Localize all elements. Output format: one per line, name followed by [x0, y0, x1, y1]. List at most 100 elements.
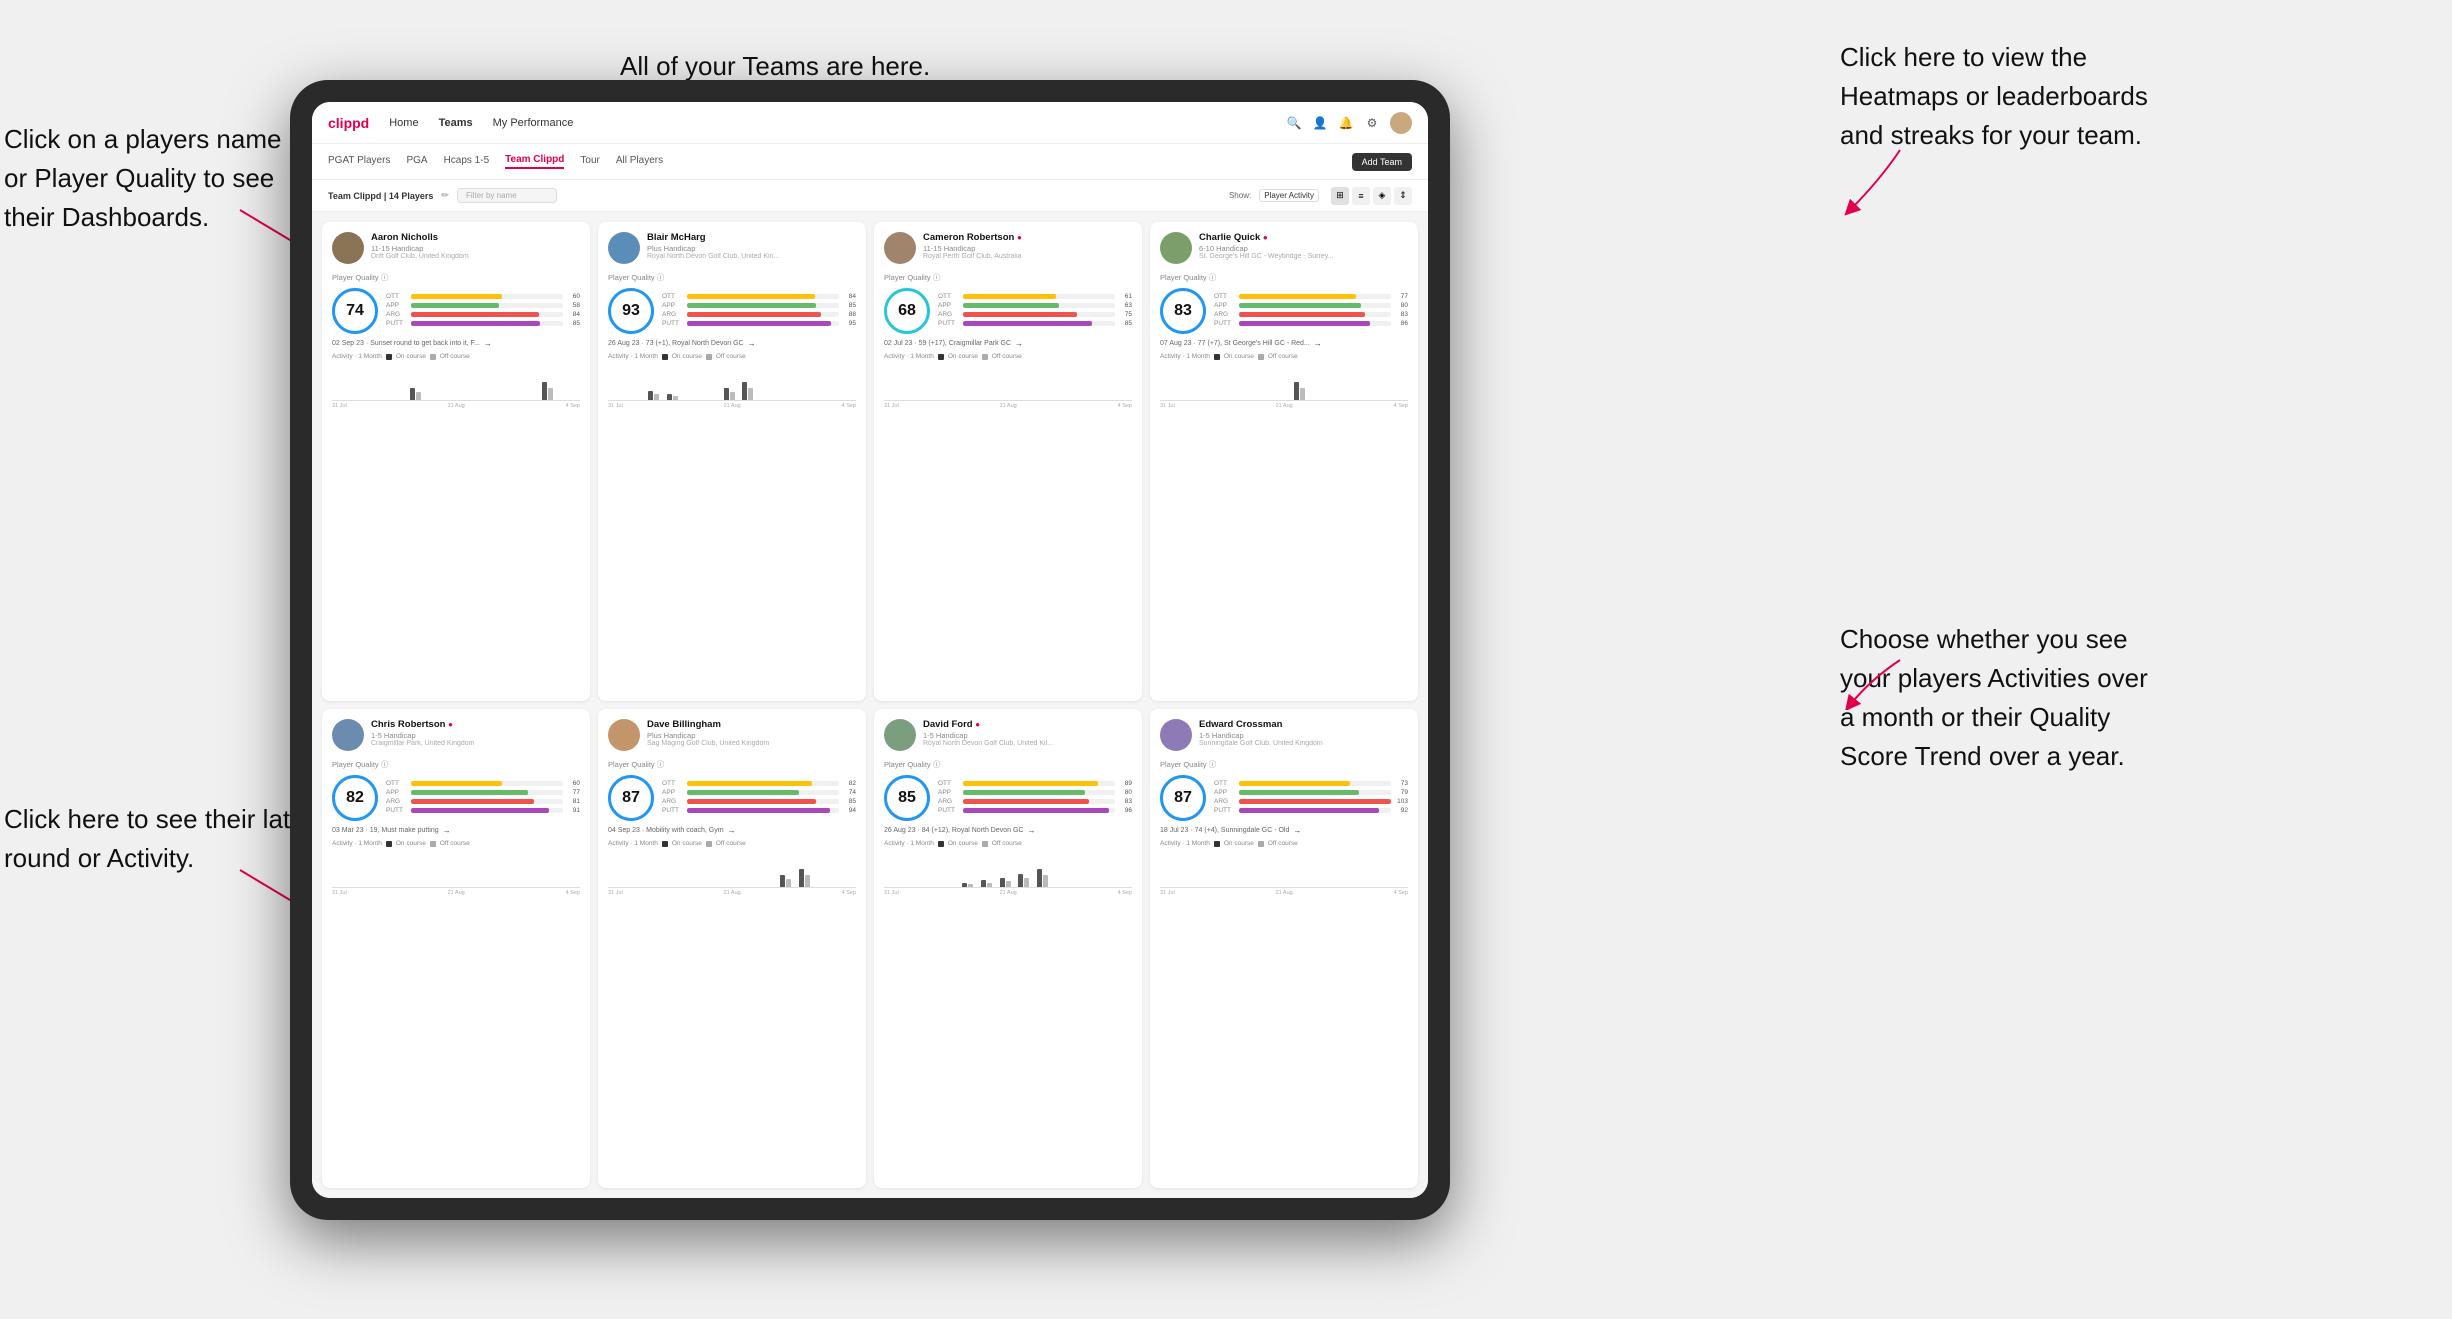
- tab-all-players[interactable]: All Players: [616, 155, 663, 168]
- score-circle[interactable]: 68: [884, 288, 930, 334]
- player-name[interactable]: Dave Billingham: [647, 719, 856, 730]
- player-card[interactable]: Dave Billingham Plus Handicap Sag Maging…: [598, 709, 866, 1188]
- mini-chart: 31 Jul 21 Aug 4 Sep: [884, 363, 1132, 408]
- quality-label[interactable]: Player Quality ⓘ: [1160, 759, 1408, 770]
- user-avatar[interactable]: [1390, 112, 1412, 134]
- score-circle[interactable]: 87: [1160, 775, 1206, 821]
- sort-button[interactable]: ⇕: [1394, 187, 1412, 205]
- edit-icon[interactable]: ✏: [441, 190, 449, 201]
- card-header: David Ford ● 1-5 Handicap Royal North De…: [884, 719, 1132, 751]
- mini-chart: 31 Jul 21 Aug 4 Sep: [332, 850, 580, 895]
- tab-pga[interactable]: PGA: [406, 155, 427, 168]
- tab-pgat-players[interactable]: PGAT Players: [328, 155, 390, 168]
- score-circle[interactable]: 74: [332, 288, 378, 334]
- on-course-legend: [386, 354, 392, 360]
- latest-round[interactable]: 02 Sep 23 · Sunset round to get back int…: [332, 339, 580, 348]
- player-card[interactable]: Edward Crossman 1-5 Handicap Sunningdale…: [1150, 709, 1418, 1188]
- ipad-screen: clippd Home Teams My Performance 🔍 👤 🔔 ⚙…: [312, 102, 1428, 1198]
- stat-row-arg: ARG 103: [1214, 798, 1408, 805]
- player-name[interactable]: David Ford ●: [923, 719, 1132, 730]
- player-name[interactable]: Charlie Quick ●: [1199, 232, 1408, 243]
- score-circle[interactable]: 83: [1160, 288, 1206, 334]
- latest-round[interactable]: 02 Jul 23 · 59 (+17), Craigmillar Park G…: [884, 339, 1132, 348]
- search-input[interactable]: Filter by name: [457, 188, 557, 203]
- tab-team-clippd[interactable]: Team Clippd: [505, 154, 564, 169]
- tab-tour[interactable]: Tour: [580, 155, 599, 168]
- off-course-legend: [1258, 841, 1264, 847]
- nav-home[interactable]: Home: [389, 117, 418, 129]
- mini-chart: 31 Jul 21 Aug 4 Sep: [1160, 850, 1408, 895]
- app-logo: clippd: [328, 115, 369, 131]
- activity-section: Activity · 1 Month On course Off course: [332, 353, 580, 408]
- nav-my-performance[interactable]: My Performance: [493, 117, 574, 129]
- stat-row-app: APP 79: [1214, 789, 1408, 796]
- player-name[interactable]: Blair McHarg: [647, 232, 856, 243]
- latest-round[interactable]: 04 Sep 23 · Mobility with coach, Gym →: [608, 826, 856, 835]
- stat-row-arg: ARG 75: [938, 311, 1132, 318]
- quality-label[interactable]: Player Quality ⓘ: [608, 272, 856, 283]
- quality-label[interactable]: Player Quality ⓘ: [332, 759, 580, 770]
- player-card[interactable]: Cameron Robertson ● 11-15 Handicap Royal…: [874, 222, 1142, 701]
- latest-round[interactable]: 26 Aug 23 · 84 (+12), Royal North Devon …: [884, 826, 1132, 835]
- grid-view-button[interactable]: ⊞: [1331, 187, 1349, 205]
- player-card[interactable]: David Ford ● 1-5 Handicap Royal North De…: [874, 709, 1142, 1188]
- chart-bars: [332, 850, 580, 888]
- mini-chart: 31 Jul 21 Aug 4 Sep: [608, 850, 856, 895]
- team-bar: Team Clippd | 14 Players ✏ Filter by nam…: [312, 180, 1428, 212]
- stat-row-app: APP 58: [386, 302, 580, 309]
- quality-row: 68 OTT 61 APP 63 ARG 75 PUTT 85: [884, 288, 1132, 334]
- player-card[interactable]: Charlie Quick ● 6-10 Handicap St. George…: [1150, 222, 1418, 701]
- user-icon[interactable]: 👤: [1312, 115, 1328, 131]
- player-hcp: 1-5 Handicap: [371, 731, 580, 740]
- player-hcp: Plus Handicap: [647, 244, 856, 253]
- player-card[interactable]: Chris Robertson ● 1-5 Handicap Craigmill…: [322, 709, 590, 1188]
- score-circle[interactable]: 85: [884, 775, 930, 821]
- stat-row-app: APP 85: [662, 302, 856, 309]
- stat-row-arg: ARG 83: [938, 798, 1132, 805]
- annotation-activities: Choose whether you seeyour players Activ…: [1840, 620, 2148, 776]
- quality-label[interactable]: Player Quality ⓘ: [884, 272, 1132, 283]
- activity-section: Activity · 1 Month On course Off course: [884, 353, 1132, 408]
- activity-header: Activity · 1 Month On course Off course: [608, 840, 856, 847]
- search-icon[interactable]: 🔍: [1286, 115, 1302, 131]
- latest-round[interactable]: 03 Mar 23 · 19, Must make putting →: [332, 826, 580, 835]
- player-grid: Aaron Nicholls 11-15 Handicap Drift Golf…: [312, 212, 1428, 1198]
- bell-icon[interactable]: 🔔: [1338, 115, 1354, 131]
- stat-bars: OTT 73 APP 79 ARG 103 PUTT 92: [1214, 780, 1408, 816]
- show-select[interactable]: Player Activity: [1259, 189, 1319, 202]
- nav-teams[interactable]: Teams: [439, 117, 473, 129]
- heatmap-view-button[interactable]: ◈: [1373, 187, 1391, 205]
- quality-label[interactable]: Player Quality ⓘ: [332, 272, 580, 283]
- player-card[interactable]: Aaron Nicholls 11-15 Handicap Drift Golf…: [322, 222, 590, 701]
- off-course-legend: [706, 841, 712, 847]
- stat-row-app: APP 80: [1214, 302, 1408, 309]
- card-header: Dave Billingham Plus Handicap Sag Maging…: [608, 719, 856, 751]
- list-view-button[interactable]: ≡: [1352, 187, 1370, 205]
- add-team-button[interactable]: Add Team: [1352, 153, 1412, 171]
- tab-hcaps[interactable]: Hcaps 1-5: [444, 155, 490, 168]
- player-name[interactable]: Edward Crossman: [1199, 719, 1408, 730]
- on-course-legend: [938, 841, 944, 847]
- player-info: Chris Robertson ● 1-5 Handicap Craigmill…: [371, 719, 580, 747]
- player-club: Royal North Devon Golf Club, United Kil.…: [923, 740, 1132, 747]
- player-name[interactable]: Cameron Robertson ●: [923, 232, 1132, 243]
- stat-row-ott: OTT 77: [1214, 293, 1408, 300]
- settings-icon[interactable]: ⚙: [1364, 115, 1380, 131]
- quality-label[interactable]: Player Quality ⓘ: [1160, 272, 1408, 283]
- player-name[interactable]: Chris Robertson ●: [371, 719, 580, 730]
- latest-round[interactable]: 07 Aug 23 · 77 (+7), St George's Hill GC…: [1160, 339, 1408, 348]
- score-circle[interactable]: 82: [332, 775, 378, 821]
- player-hcp: 1-5 Handicap: [923, 731, 1132, 740]
- player-card[interactable]: Blair McHarg Plus Handicap Royal North D…: [598, 222, 866, 701]
- score-circle[interactable]: 93: [608, 288, 654, 334]
- latest-round[interactable]: 26 Aug 23 · 73 (+1), Royal North Devon G…: [608, 339, 856, 348]
- score-circle[interactable]: 87: [608, 775, 654, 821]
- sub-nav: PGAT Players PGA Hcaps 1-5 Team Clippd T…: [312, 144, 1428, 180]
- chart-bars: [1160, 363, 1408, 401]
- annotation-teams: All of your Teams are here.: [620, 48, 930, 84]
- quality-label[interactable]: Player Quality ⓘ: [884, 759, 1132, 770]
- stat-bars: OTT 84 APP 85 ARG 88 PUTT 95: [662, 293, 856, 329]
- latest-round[interactable]: 18 Jul 23 · 74 (+4), Sunningdale GC - Ol…: [1160, 826, 1408, 835]
- quality-label[interactable]: Player Quality ⓘ: [608, 759, 856, 770]
- player-name[interactable]: Aaron Nicholls: [371, 232, 580, 243]
